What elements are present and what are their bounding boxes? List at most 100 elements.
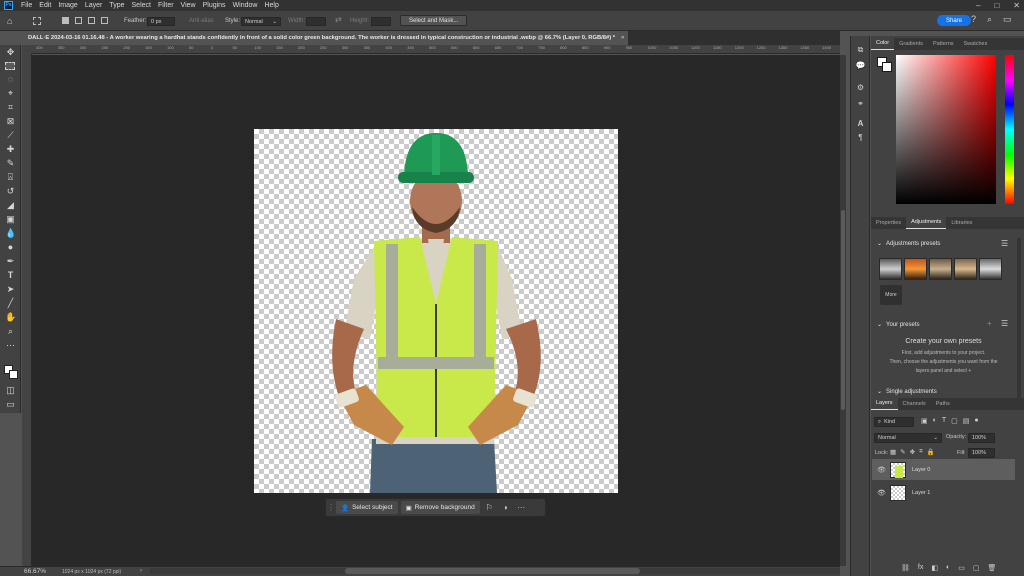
layer-name[interactable]: Layer 1 <box>912 490 930 496</box>
list-view-icon[interactable]: ☰ <box>1001 239 1008 248</box>
adjustment-filter-icon[interactable]: ◐ <box>933 417 937 425</box>
menu-help[interactable]: Help <box>262 2 283 9</box>
delete-layer-icon[interactable]: 🗑 <box>987 564 996 572</box>
pixel-filter-icon[interactable]: ▣ <box>921 417 928 425</box>
drag-handle-icon[interactable]: ⋮ <box>327 501 335 514</box>
search-icon[interactable]: ⌕ <box>987 14 992 25</box>
hand-tool-icon[interactable]: ✋ <box>5 312 16 323</box>
eye-icon[interactable]: 👁 <box>877 466 886 474</box>
ruler-origin[interactable] <box>22 45 32 54</box>
height-input[interactable] <box>371 17 391 26</box>
menu-plugins[interactable]: Plugins <box>201 2 231 9</box>
layer-style-icon[interactable]: fx <box>918 564 923 572</box>
document-info[interactable]: 1024 px x 1024 px (72 ppi) <box>62 569 121 575</box>
tab-adjustments[interactable]: Adjustments <box>906 217 947 229</box>
paragraph-panel-icon[interactable]: ¶ <box>855 132 866 143</box>
adjustment-layer-icon[interactable]: ◐ <box>946 564 950 572</box>
menu-view[interactable]: View <box>179 2 201 9</box>
maximize-button[interactable]: □ <box>994 1 999 10</box>
swap-icon[interactable]: ⇄ <box>335 15 342 24</box>
menu-select[interactable]: Select <box>130 2 156 9</box>
lock-all-icon[interactable]: 🔒 <box>927 448 935 456</box>
tab-swatches[interactable]: Swatches <box>959 38 993 50</box>
status-menu-arrow[interactable]: › <box>140 568 142 574</box>
help-icon[interactable]: ? <box>971 14 976 24</box>
menu-filter[interactable]: Filter <box>156 2 179 9</box>
fill-input[interactable]: 100% <box>968 448 995 458</box>
healing-brush-tool-icon[interactable]: ✚ <box>5 144 16 155</box>
eyedropper-tool-icon[interactable]: ⟋ <box>5 130 16 141</box>
single-adjustments-header[interactable]: ⌄ Single adjustments <box>877 388 937 396</box>
home-icon[interactable]: ⌂ <box>7 16 12 26</box>
zoom-level[interactable]: 66.67% <box>24 568 46 575</box>
your-presets-header[interactable]: ⌄ Your presets <box>877 321 920 329</box>
smart-object-filter-icon[interactable]: ▤ <box>963 417 970 425</box>
shape-filter-icon[interactable]: ▢ <box>951 417 958 425</box>
menu-type[interactable]: Type <box>107 2 129 9</box>
menu-file[interactable]: File <box>19 2 37 9</box>
zoom-tool-icon[interactable]: ⌕ <box>5 326 16 337</box>
gradient-tool-icon[interactable]: ▣ <box>5 214 16 225</box>
color-picker-marker[interactable] <box>896 55 900 59</box>
dodge-tool-icon[interactable]: ● <box>5 242 16 253</box>
preset-thumbnail[interactable] <box>879 258 902 280</box>
background-color-chip[interactable] <box>882 62 892 72</box>
adjustments-presets-header[interactable]: ⌄ Adjustments presets <box>877 240 940 248</box>
crop-tool-icon[interactable]: ⌗ <box>5 102 16 113</box>
feather-input[interactable]: 0 px <box>147 17 175 26</box>
blend-mode-select[interactable]: Normal ⌄ <box>874 433 942 443</box>
add-selection-icon[interactable] <box>75 17 82 24</box>
document-canvas[interactable] <box>254 129 618 493</box>
filter-toggle-icon[interactable]: ● <box>974 417 978 425</box>
remove-background-button[interactable]: ▣ Remove background <box>400 501 480 514</box>
lock-transparency-icon[interactable]: ▦ <box>890 448 896 456</box>
lock-artboard-icon[interactable]: ⌗ <box>919 448 923 456</box>
contrast-icon[interactable]: ◑ <box>499 501 512 514</box>
marquee-tool-preset-icon[interactable] <box>33 17 41 25</box>
tab-libraries[interactable]: Libraries <box>946 217 977 229</box>
new-group-icon[interactable]: ▭ <box>958 564 965 572</box>
width-input[interactable] <box>306 17 326 26</box>
lock-pixels-icon[interactable]: ✎ <box>900 448 905 456</box>
brush-settings-icon[interactable]: ⚙ <box>855 82 866 93</box>
comments-panel-icon[interactable]: 💬 <box>855 60 866 71</box>
eye-icon[interactable]: 👁 <box>877 489 886 497</box>
rectangular-marquee-tool-icon[interactable] <box>5 62 15 70</box>
tab-gradients[interactable]: Gradients <box>894 38 928 50</box>
blur-tool-icon[interactable]: 💧 <box>5 228 16 239</box>
document-tab-close-button[interactable]: × <box>621 35 624 41</box>
select-and-mask-button[interactable]: Select and Mask... <box>400 15 468 26</box>
minimize-button[interactable]: – <box>976 1 980 10</box>
tab-paths[interactable]: Paths <box>931 398 955 410</box>
tab-properties[interactable]: Properties <box>871 217 906 229</box>
close-button[interactable]: ✕ <box>1013 1 1020 10</box>
color-field[interactable] <box>896 55 996 204</box>
type-tool-icon[interactable]: T <box>5 270 16 281</box>
tab-layers[interactable]: Layers <box>871 398 898 410</box>
more-options-button[interactable]: ··· <box>515 501 528 514</box>
layer-filter-kind-select[interactable]: ⌕ Kind <box>874 417 914 427</box>
type-filter-icon[interactable]: T <box>942 417 946 425</box>
document-tab[interactable]: DALL·E 2024-03-16 01.16.48 - A worker we… <box>22 31 628 45</box>
tab-channels[interactable]: Channels <box>898 398 931 410</box>
menu-edit[interactable]: Edit <box>37 2 56 9</box>
menu-image[interactable]: Image <box>56 2 82 9</box>
brush-tool-icon[interactable]: ✎ <box>5 158 16 169</box>
menu-window[interactable]: Window <box>231 2 263 9</box>
new-layer-icon[interactable]: ▢ <box>973 564 980 572</box>
pen-tool-icon[interactable]: ✒ <box>5 256 16 267</box>
background-color-swatch[interactable] <box>9 370 18 379</box>
line-tool-icon[interactable]: ╱ <box>5 298 16 309</box>
vertical-ruler[interactable] <box>22 54 32 566</box>
horizontal-scroll-thumb[interactable] <box>345 568 640 574</box>
list-view-icon[interactable]: ☰ <box>1001 319 1008 328</box>
clone-source-icon[interactable]: ⚭ <box>855 98 866 109</box>
character-panel-icon[interactable]: A <box>855 118 866 129</box>
layer-name[interactable]: Layer 0 <box>912 467 930 473</box>
share-button[interactable]: Share <box>937 15 972 26</box>
lasso-tool-icon[interactable]: ◌ <box>5 74 16 85</box>
horizontal-ruler[interactable]: 400 350 300 250 200 150 100 50 0 50 100 150 200 250 30… <box>32 45 840 54</box>
opacity-input[interactable]: 100% <box>968 433 995 443</box>
quick-mask-icon[interactable]: ◫ <box>5 385 16 396</box>
layer-row[interactable]: 👁 Layer 0 <box>872 459 1015 480</box>
